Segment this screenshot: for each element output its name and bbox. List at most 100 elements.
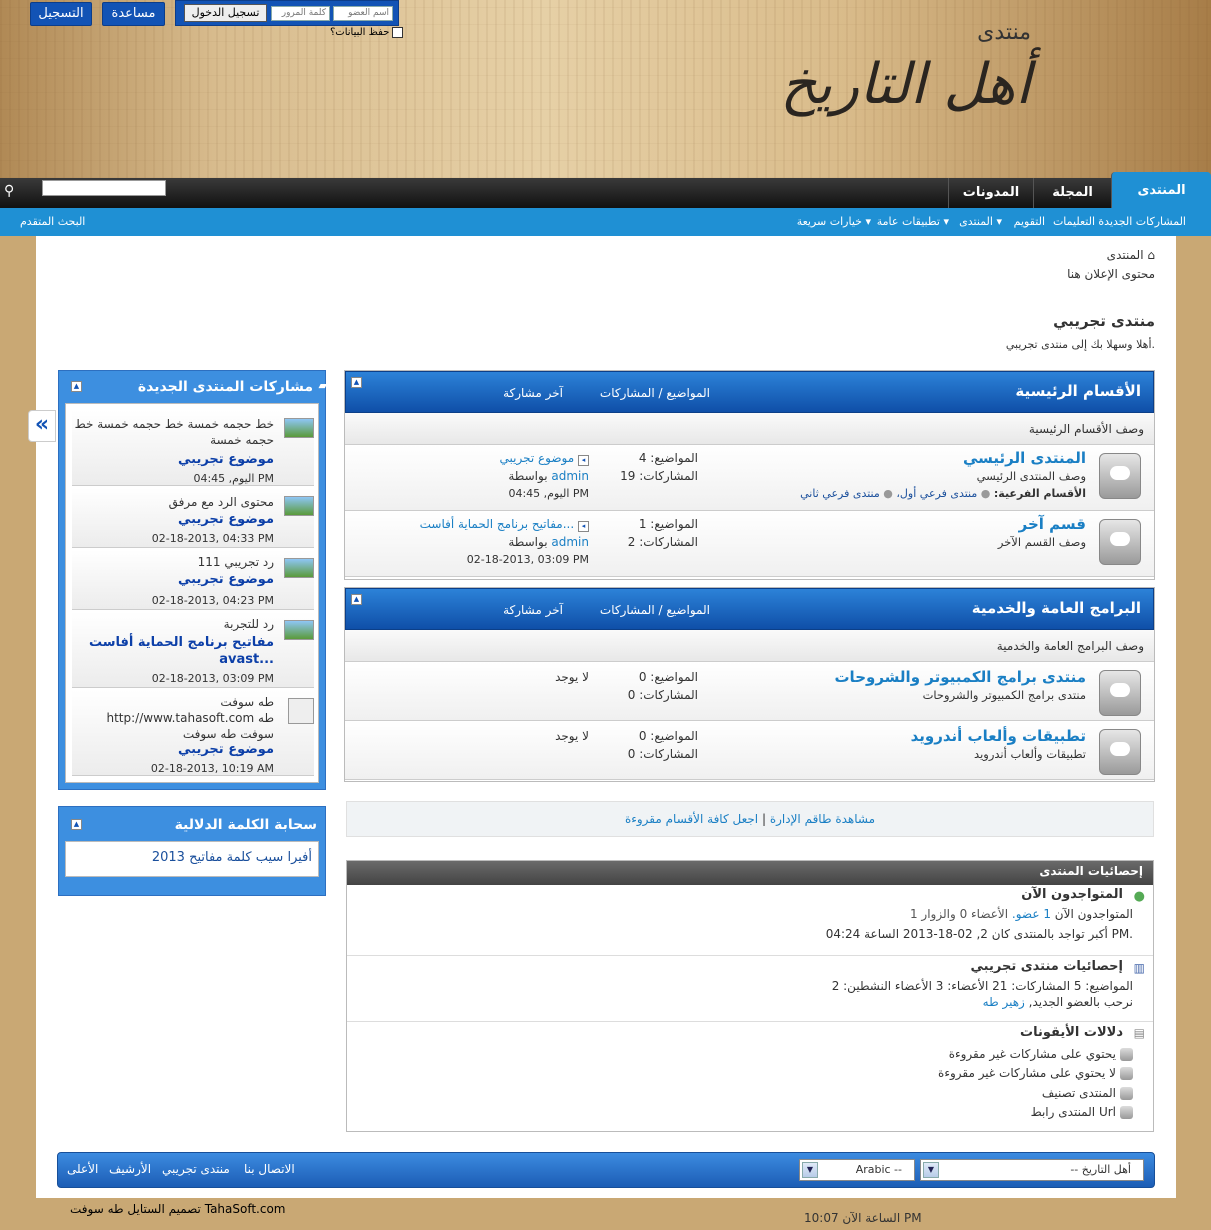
tag-cloud: 2013 أفيرا سيب كلمة مفاتيح — [65, 841, 319, 877]
collapse-icon[interactable]: ▲ — [71, 819, 82, 830]
list-item[interactable]: محتوى الرد مع مرفق موضوع تجريبي 02-18-20… — [72, 488, 314, 548]
last-post-user[interactable]: admin — [551, 469, 589, 483]
category-block: الأقسام الرئيسية المواضيع / المشاركات آخ… — [344, 370, 1155, 580]
list-item[interactable]: رد تجريبي 111 موضوع تجريبي 02-18-2013, 0… — [72, 550, 314, 610]
advanced-search-link[interactable]: البحث المتقدم — [20, 215, 85, 228]
legend-item: المنتدى رابط Url — [1031, 1105, 1133, 1119]
subnav-forum-menu[interactable]: المنتدى ▾ — [959, 215, 1002, 228]
subnav-apps-menu[interactable]: تطبيقات عامة ▾ — [877, 215, 949, 228]
tab-forum[interactable]: المنتدى — [1111, 172, 1211, 208]
forum-stats: إحصائيات المنتدى ● المتواجدون الآن المتو… — [346, 860, 1154, 1132]
online-prefix: المتواجدون الآن — [1054, 907, 1133, 921]
forum-status-icon — [1099, 453, 1141, 499]
collapse-icon[interactable]: ▲ — [351, 377, 362, 388]
style-select[interactable]: -- أهل التاريخ ▼ — [920, 1159, 1144, 1181]
forum-threads: المواضيع: 0 — [638, 729, 698, 743]
post-title[interactable]: موضوع تجريبي — [178, 452, 274, 467]
list-item[interactable]: طه سوفت http://www.tahasoft.com طه سوفت … — [72, 690, 314, 776]
sidebar-toggle-icon[interactable]: « — [28, 410, 56, 442]
legend-label: لا يحتوي على مشاركات غير مقروءة — [938, 1066, 1116, 1080]
record-line: أكبر تواجد بالمنتدى كان 2, 02-18-2013 ال… — [825, 927, 1133, 941]
home-icon[interactable]: ⌂ — [1147, 248, 1155, 262]
register-button[interactable]: التسجيل — [30, 2, 92, 26]
footer-link-forum[interactable]: منتدى تجريبي — [162, 1162, 230, 1176]
subforum-link[interactable]: منتدى فرعي أول، — [896, 487, 977, 500]
search-input[interactable] — [42, 180, 166, 196]
footer-link-contact[interactable]: الاتصال بنا — [244, 1162, 295, 1176]
subnav-quick-options[interactable]: خيارات سريعة ▾ — [797, 215, 871, 228]
link-icon — [1120, 1106, 1133, 1119]
post-title[interactable]: موضوع تجريبي — [178, 572, 274, 587]
collapse-icon[interactable]: ▲ — [71, 381, 82, 392]
subforums: الأقسام الفرعية: ● منتدى فرعي أول، ● منت… — [800, 487, 1086, 500]
breadcrumb-home-link[interactable]: المنتدى — [1107, 248, 1144, 262]
forum-title[interactable]: تطبيقات وألعاب أندرويد — [911, 727, 1086, 745]
list-item[interactable]: رد للتجربة مفاتيح برنامج الحماية أفاست a… — [72, 612, 314, 688]
logo[interactable]: أهل التاريخ — [780, 52, 1031, 117]
subforum-link[interactable]: منتدى فرعي ثاني — [800, 487, 880, 500]
sub-nav: المشاركات الجديدة التعليمات التقويم المن… — [0, 208, 1211, 236]
forum-title[interactable]: قسم آخر — [1019, 515, 1086, 533]
login-button[interactable]: تسجيل الدخول — [184, 4, 267, 22]
remember-checkbox[interactable] — [392, 27, 404, 38]
post-title[interactable]: مفاتيح برنامج الحماية أفاست avast... — [84, 634, 274, 668]
last-post-link[interactable]: موضوع تجريبي — [500, 451, 575, 465]
post-thumbnail — [284, 620, 314, 640]
footer-link-top[interactable]: الأعلى — [67, 1162, 98, 1176]
search-icon[interactable]: ⚲ — [4, 183, 14, 199]
chevron-down-icon[interactable]: ▼ — [923, 1162, 939, 1178]
forum-title[interactable]: المنتدى الرئيسي — [963, 449, 1086, 467]
goto-last-icon[interactable]: ◂ — [578, 455, 589, 466]
help-button[interactable]: مساعدة — [102, 2, 165, 26]
chart-icon: ▥ — [1133, 961, 1145, 975]
tag-cloud-title: سحابة الكلمة الدلالية — [174, 817, 317, 833]
goto-last-icon[interactable]: ◂ — [578, 521, 589, 532]
post-title[interactable]: موضوع تجريبي — [178, 742, 274, 757]
password-field[interactable]: كلمة المرور — [271, 6, 330, 21]
avatar — [288, 698, 314, 724]
by-label: بواسطة — [508, 469, 548, 483]
list-item[interactable]: خط حجمه خمسة خط حجمه خمسة خط حجمه خمسة م… — [72, 410, 314, 486]
style-credit[interactable]: تصميم الستايل طه سوفت TahaSoft.com — [70, 1202, 286, 1216]
forum-threads: المواضيع: 4 — [638, 451, 698, 465]
tag-cloud-header: سحابة الكلمة الدلالية ▲ — [59, 807, 325, 839]
view-staff-link[interactable]: مشاهدة طاقم الإدارة — [770, 812, 875, 826]
category-desc: وصف البرامج العامة والخدمية — [345, 630, 1154, 662]
logo-small-text: منتدى — [977, 20, 1031, 45]
tag-link[interactable]: 2013 أفيرا سيب كلمة مفاتيح — [152, 850, 312, 865]
forum-posts: المشاركات: 2 — [627, 535, 698, 549]
online-title: المتواجدون الآن — [1021, 887, 1123, 902]
subnav-faq[interactable]: التعليمات — [1053, 215, 1095, 228]
subnav-new-posts[interactable]: المشاركات الجديدة — [1098, 215, 1186, 228]
forum-title[interactable]: منتدى برامج الكمبيوتر والشروحات — [834, 668, 1086, 686]
last-post-date: 02-18-2013, 03:09 PM — [466, 553, 589, 566]
language-select[interactable]: Arabic -- ▼ — [799, 1159, 915, 1181]
footer-link-archive[interactable]: الأرشيف — [109, 1162, 151, 1176]
username-field[interactable]: اسم العضو — [333, 6, 393, 21]
collapse-icon[interactable]: ▲ — [351, 594, 362, 605]
subnav-calendar[interactable]: التقويم — [1014, 215, 1045, 228]
last-post-title: مفاتيح برنامج الحماية أفاست... ◂ — [420, 517, 589, 532]
category-title[interactable]: الأقسام الرئيسية — [1015, 382, 1141, 400]
footer-bar: -- أهل التاريخ ▼ Arabic -- ▼ الأعلى الأر… — [57, 1152, 1155, 1188]
tag-cloud-block: سحابة الكلمة الدلالية ▲ 2013 أفيرا سيب ك… — [58, 806, 326, 896]
tab-magazine[interactable]: المجلة — [1033, 178, 1111, 208]
online-members-link[interactable]: 1 عضو. — [1012, 907, 1051, 921]
new-member-link[interactable]: زهير طه — [983, 995, 1025, 1009]
last-post-by: بواسطة admin — [508, 535, 589, 549]
category-title[interactable]: البرامج العامة والخدمية — [972, 599, 1141, 617]
mark-read-link[interactable]: اجعل كافة الأقسام مقروءة — [625, 812, 758, 826]
post-date: 02-18-2013, 10:19 AM — [150, 762, 274, 775]
forum-status-icon — [1099, 519, 1141, 565]
column-threads-posts: المواضيع / المشاركات — [599, 386, 710, 400]
last-post-user[interactable]: admin — [551, 535, 589, 549]
welcome-new-label: نرحب بالعضو الجديد, — [1028, 995, 1133, 1009]
speech-bubble-icon: ▰ — [318, 379, 327, 392]
post-title[interactable]: موضوع تجريبي — [178, 512, 274, 527]
welcome-text: أهلا وسهلا بك إلى منتدى تجريبي. — [1005, 338, 1155, 351]
remember-me: حفظ البيانات؟ — [330, 27, 404, 38]
forum-threads: المواضيع: 1 — [638, 517, 698, 531]
chevron-down-icon[interactable]: ▼ — [802, 1162, 818, 1178]
tab-blogs[interactable]: المدونات — [948, 178, 1033, 208]
last-post-link[interactable]: مفاتيح برنامج الحماية أفاست... — [420, 517, 575, 531]
